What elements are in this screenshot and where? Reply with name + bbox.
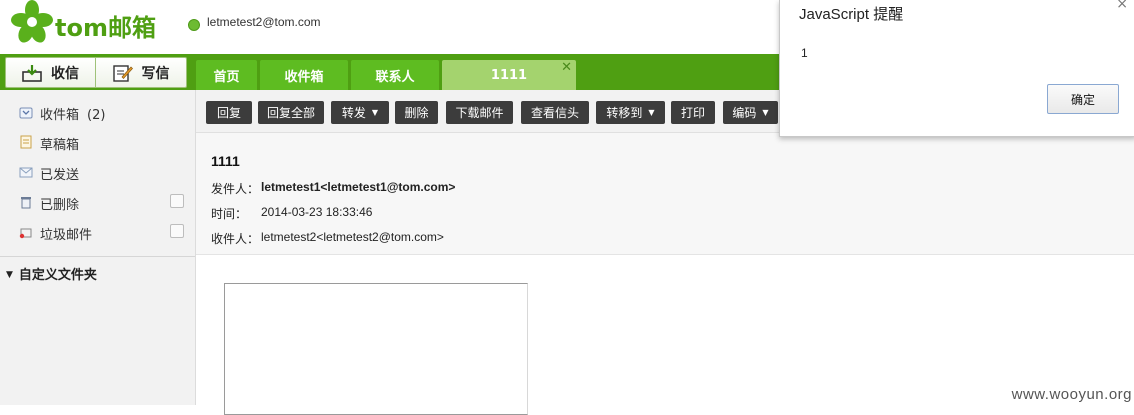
sidebar-item-spam[interactable]: 垃圾邮件 <box>0 217 195 247</box>
receive-mail-button[interactable]: 收信 <box>5 57 96 88</box>
delete-label: 删除 <box>404 106 429 120</box>
online-status-icon <box>188 19 200 31</box>
download-mail-button[interactable]: 下载邮件 <box>446 101 513 124</box>
watermark: www.wooyun.org <box>1011 386 1132 403</box>
tab-current-mail[interactable]: 1111 ✕ <box>442 60 576 90</box>
user-email[interactable]: letmetest2@tom.com <box>207 15 321 29</box>
mail-subject: 1111 <box>211 153 240 169</box>
inbox-icon <box>19 107 33 119</box>
javascript-alert-dialog: JavaScript 提醒 × 1 确定 <box>779 0 1134 137</box>
logo-text: tom邮箱 <box>55 14 156 42</box>
view-header-button[interactable]: 查看信头 <box>521 101 589 124</box>
mail-actions: 收信 写信 <box>5 57 188 88</box>
tab-home[interactable]: 首页 <box>196 60 257 90</box>
from-label: 发件人： <box>211 182 260 196</box>
receive-mail-label: 收信 <box>51 65 79 82</box>
alert-title: JavaScript 提醒 <box>799 6 904 23</box>
custom-folders-toggle[interactable]: ▼ 自定义文件夹 <box>6 264 97 283</box>
reply-all-label: 回复全部 <box>266 106 315 120</box>
dropdown-arrow-icon: ▼ <box>762 108 769 117</box>
spam-icon <box>19 228 32 239</box>
ok-button[interactable]: 确定 <box>1047 84 1119 114</box>
reply-button[interactable]: 回复 <box>206 101 252 124</box>
sidebar-item-inbox[interactable]: 收件箱 (2) <box>0 97 195 127</box>
custom-folders-label: 自定义文件夹 <box>18 268 97 283</box>
forward-button[interactable]: 转发 ▼ <box>331 101 389 124</box>
print-button[interactable]: 打印 <box>671 101 715 124</box>
logo[interactable]: tom邮箱 <box>10 0 160 48</box>
tab-inbox[interactable]: 收件箱 <box>260 60 348 90</box>
sent-icon <box>19 167 33 178</box>
trash-icon <box>21 197 31 209</box>
time-value: 2014-03-23 18:33:46 <box>261 205 373 219</box>
sidebar-item-deleted[interactable]: 已删除 <box>0 187 195 217</box>
reply-all-button[interactable]: 回复全部 <box>258 101 324 124</box>
inbox-download-icon <box>22 64 42 82</box>
to-label: 收件人： <box>211 232 260 246</box>
from-value[interactable]: letmetest1<letmetest1@tom.com> <box>261 180 455 194</box>
view-header-label: 查看信头 <box>530 106 579 120</box>
unread-count: (2) <box>87 108 106 123</box>
tab-strip: 首页 收件箱 联系人 1111 ✕ <box>196 60 579 90</box>
sidebar-item-sent[interactable]: 已发送 <box>0 157 195 187</box>
tab-close-icon[interactable]: ✕ <box>561 60 572 76</box>
empty-folder-icon[interactable] <box>170 194 184 208</box>
alert-message: 1 <box>801 46 808 60</box>
print-label: 打印 <box>680 106 705 120</box>
compose-label: 写信 <box>141 65 170 82</box>
clover-logo-icon <box>11 0 53 43</box>
time-label: 时间： <box>211 207 248 221</box>
sidebar-item-label: 草稿箱 <box>40 138 80 153</box>
compose-button[interactable]: 写信 <box>96 57 187 88</box>
reply-label: 回复 <box>216 106 241 120</box>
move-to-label: 转移到 <box>606 106 643 120</box>
close-icon[interactable]: × <box>1116 0 1128 12</box>
sidebar-item-label: 垃圾邮件 <box>40 228 93 243</box>
tab-current-mail-label: 1111 <box>490 67 528 83</box>
mail-header: 1111 发件人： letmetest1<letmetest1@tom.com>… <box>196 133 1134 255</box>
caret-down-icon: ▼ <box>6 270 13 280</box>
folder-sidebar: 收件箱 (2) 草稿箱 已发送 已删除 垃圾邮件 ▼ 自定义文件夹 <box>0 90 196 405</box>
sidebar-divider <box>0 256 195 257</box>
sidebar-item-label: 已删除 <box>40 198 80 213</box>
sidebar-item-drafts[interactable]: 草稿箱 <box>0 127 195 157</box>
encoding-button[interactable]: 编码 ▼ <box>723 101 778 124</box>
sidebar-item-label: 收件箱 <box>40 108 80 123</box>
drafts-icon <box>20 135 32 149</box>
mail-body-frame <box>224 283 528 415</box>
delete-button[interactable]: 删除 <box>395 101 438 124</box>
encoding-label: 编码 <box>732 106 757 120</box>
empty-folder-icon[interactable] <box>170 224 184 238</box>
dropdown-arrow-icon: ▼ <box>648 108 655 117</box>
download-mail-label: 下载邮件 <box>455 106 504 120</box>
move-to-button[interactable]: 转移到 ▼ <box>596 101 665 124</box>
compose-pencil-icon <box>112 64 133 82</box>
to-value[interactable]: letmetest2<letmetest2@tom.com> <box>261 230 444 244</box>
sidebar-item-label: 已发送 <box>40 168 80 183</box>
tab-contacts[interactable]: 联系人 <box>351 60 439 90</box>
dropdown-arrow-icon: ▼ <box>371 108 379 117</box>
forward-label: 转发 <box>341 106 366 120</box>
